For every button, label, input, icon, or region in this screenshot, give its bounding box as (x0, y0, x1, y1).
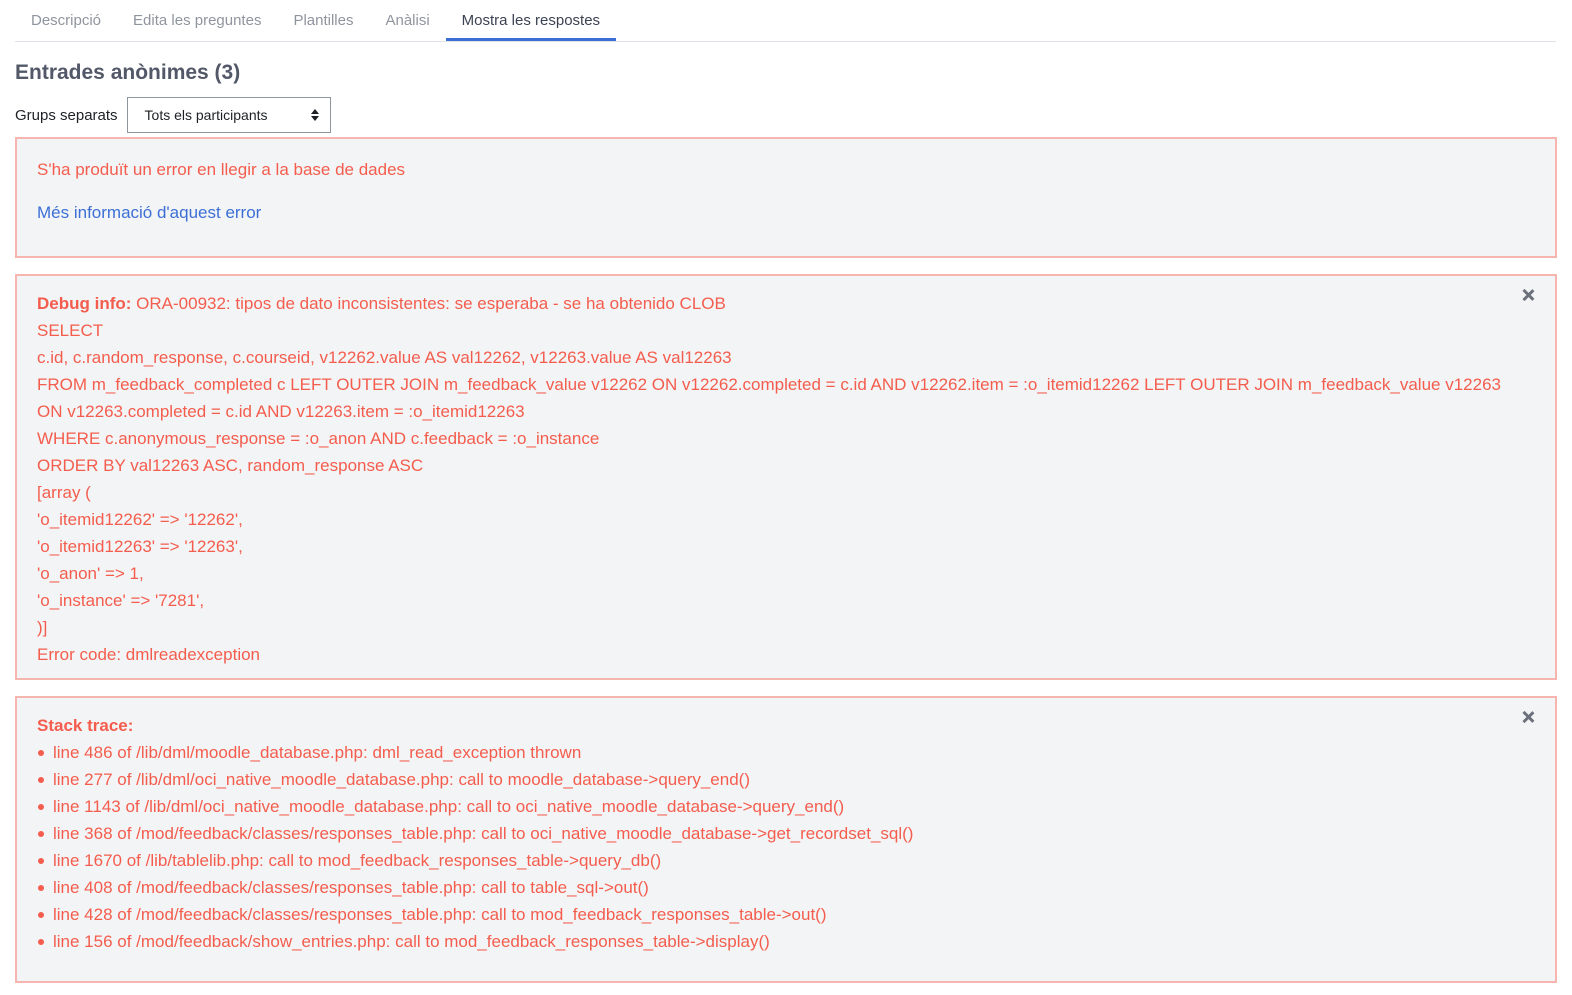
debug-line: c.id, c.random_response, c.courseid, v12… (37, 348, 732, 367)
debug-line: )] (37, 618, 48, 637)
bullet-icon (38, 777, 44, 783)
stack-trace-alert: Stack trace: line 486 of /lib/dml/moodle… (15, 696, 1557, 983)
tab-bar: Descripció Edita les preguntes Plantille… (15, 0, 1556, 42)
tab-edita-preguntes[interactable]: Edita les preguntes (117, 0, 277, 41)
tab-analisi[interactable]: Anàlisi (369, 0, 445, 41)
list-item: line 156 of /mod/feedback/show_entries.p… (37, 928, 1535, 955)
stack-item-text: line 1670 of /lib/tablelib.php: call to … (53, 851, 662, 870)
more-info-link[interactable]: Més informació d'aquest error (37, 199, 261, 226)
page-title: Entrades anònimes (3) (15, 61, 241, 84)
bullet-icon (38, 831, 44, 837)
close-icon[interactable] (1521, 710, 1535, 724)
list-item: line 486 of /lib/dml/moodle_database.php… (37, 739, 1535, 766)
group-selector-label: Grups separats (15, 106, 118, 124)
debug-line: ON v12263.completed = c.id AND v12263.it… (37, 402, 525, 421)
debug-line: ORDER BY val12263 ASC, random_response A… (37, 456, 424, 475)
debug-line: 'o_itemid12263' => '12263', (37, 537, 243, 556)
debug-line: [array ( (37, 483, 91, 502)
stack-item-text: line 277 of /lib/dml/oci_native_moodle_d… (53, 770, 750, 789)
tab-mostra-respostes[interactable]: Mostra les respostes (445, 0, 617, 41)
debug-error-text: ORA-00932: tipos de dato inconsistentes:… (136, 294, 726, 313)
bullet-icon (38, 912, 44, 918)
page: Descripció Edita les preguntes Plantille… (0, 0, 1572, 995)
stack-item-text: line 1143 of /lib/dml/oci_native_moodle_… (53, 797, 845, 816)
tab-descripcio[interactable]: Descripció (15, 0, 117, 41)
list-item: line 428 of /mod/feedback/classes/respon… (37, 901, 1535, 928)
debug-line: WHERE c.anonymous_response = :o_anon AND… (37, 429, 600, 448)
bullet-icon (38, 885, 44, 891)
error-alert: S'ha produït un error en llegir a la bas… (15, 137, 1557, 258)
close-icon[interactable] (1521, 288, 1535, 302)
list-item: line 368 of /mod/feedback/classes/respon… (37, 820, 1535, 847)
list-item: line 277 of /lib/dml/oci_native_moodle_d… (37, 766, 1535, 793)
debug-line: 'o_itemid12262' => '12262', (37, 510, 243, 529)
bullet-icon (38, 939, 44, 945)
list-item: line 1670 of /lib/tablelib.php: call to … (37, 847, 1535, 874)
group-select-value: Tots els participants (144, 107, 268, 123)
select-caret-icon (310, 108, 319, 122)
tab-plantilles[interactable]: Plantilles (277, 0, 369, 41)
stack-item-text: line 428 of /mod/feedback/classes/respon… (53, 905, 827, 924)
debug-info-label: Debug info: (37, 294, 132, 313)
group-selector-row: Grups separats Tots els participants (15, 97, 1557, 133)
debug-line: SELECT (37, 321, 104, 340)
stack-item-text: line 486 of /lib/dml/moodle_database.php… (53, 743, 582, 762)
bullet-icon (38, 750, 44, 756)
stack-item-text: line 408 of /mod/feedback/classes/respon… (53, 878, 649, 897)
stack-trace-list: line 486 of /lib/dml/moodle_database.php… (37, 739, 1535, 955)
debug-error-code: Error code: dmlreadexception (37, 645, 261, 664)
stack-item-text: line 156 of /mod/feedback/show_entries.p… (53, 932, 770, 951)
stack-item-text: line 368 of /mod/feedback/classes/respon… (53, 824, 914, 843)
debug-line: FROM m_feedback_completed c LEFT OUTER J… (37, 375, 1501, 394)
debug-first-line: Debug info: ORA-00932: tipos de dato inc… (37, 290, 1535, 317)
bullet-icon (38, 804, 44, 810)
group-select[interactable]: Tots els participants (126, 97, 331, 133)
list-item: line 408 of /mod/feedback/classes/respon… (37, 874, 1535, 901)
debug-info-alert: Debug info: ORA-00932: tipos de dato inc… (15, 274, 1557, 680)
list-item: line 1143 of /lib/dml/oci_native_moodle_… (37, 793, 1535, 820)
stack-trace-label: Stack trace: (37, 716, 134, 735)
error-message: S'ha produït un error en llegir a la bas… (37, 160, 406, 179)
debug-line: 'o_anon' => 1, (37, 564, 144, 583)
bullet-icon (38, 858, 44, 864)
debug-line: 'o_instance' => '7281', (37, 591, 205, 610)
